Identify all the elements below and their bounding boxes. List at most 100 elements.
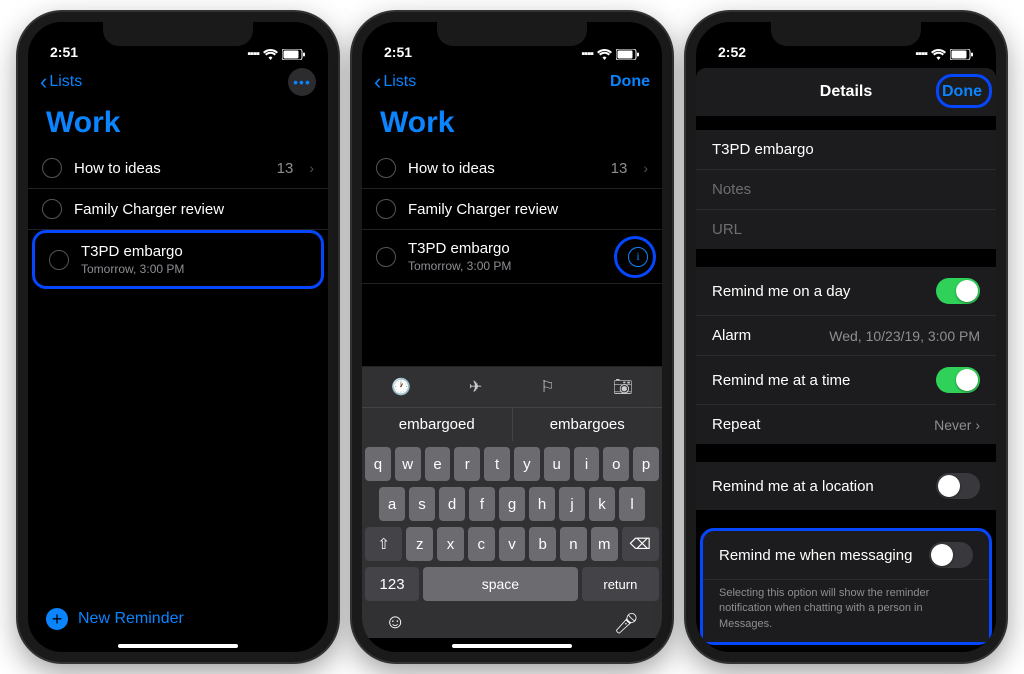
number-key[interactable]: 123 [365, 567, 419, 601]
emoji-button[interactable]: ☺ [385, 611, 405, 636]
key[interactable]: b [529, 527, 556, 561]
cellular-icon: ▪▪▪▪ [247, 48, 259, 60]
key[interactable]: y [514, 447, 540, 481]
home-indicator[interactable] [118, 644, 238, 648]
reminder-row-highlighted[interactable]: T3PD embargo Tomorrow, 3:00 PM [32, 230, 324, 289]
remind-time-toggle[interactable] [936, 367, 980, 393]
remind-messaging-row[interactable]: Remind me when messaging [703, 531, 989, 580]
info-button[interactable]: i [628, 247, 648, 267]
reminder-title: T3PD embargo [408, 240, 616, 257]
key[interactable]: k [589, 487, 615, 521]
back-button[interactable]: ‹ Lists [374, 71, 416, 93]
key[interactable]: u [544, 447, 570, 481]
remind-messaging-toggle[interactable] [929, 542, 973, 568]
location-icon[interactable]: ✈︎ [469, 377, 482, 397]
key[interactable]: w [395, 447, 421, 481]
remind-location-row[interactable]: Remind me at a location [696, 462, 996, 510]
key[interactable]: s [409, 487, 435, 521]
reminder-count: 13 [277, 160, 294, 177]
key[interactable]: g [499, 487, 525, 521]
title-value: T3PD embargo [712, 141, 814, 158]
alarm-row[interactable]: Alarm Wed, 10/23/19, 3:00 PM [696, 316, 996, 356]
reminder-row[interactable]: Family Charger review [362, 189, 662, 230]
ellipsis-icon: ••• [293, 74, 311, 90]
more-button[interactable]: ••• [288, 68, 316, 96]
status-time: 2:51 [50, 44, 78, 60]
shift-key[interactable]: ⇧ [365, 527, 402, 561]
details-location-section: Remind me at a location [696, 462, 996, 510]
reminder-radio[interactable] [376, 158, 396, 178]
done-button[interactable]: Done [610, 73, 650, 91]
reminder-row-editing[interactable]: T3PD embargo Tomorrow, 3:00 PM i [362, 230, 662, 284]
list-title: Work [362, 102, 662, 148]
key[interactable]: c [468, 527, 495, 561]
backspace-key[interactable]: ⌫ [622, 527, 659, 561]
key[interactable]: t [484, 447, 510, 481]
reminder-row[interactable]: Family Charger review [28, 189, 328, 230]
key[interactable]: p [633, 447, 659, 481]
key[interactable]: i [574, 447, 600, 481]
key[interactable]: h [529, 487, 555, 521]
details-title: Details [820, 83, 872, 101]
new-reminder-label: New Reminder [78, 610, 184, 628]
phone-list-view: 2:51 ▪▪▪▪ ‹ Lists ••• Work How to ideas … [18, 12, 338, 662]
flag-icon[interactable]: ⚐ [540, 377, 554, 397]
reminder-radio[interactable] [376, 199, 396, 219]
reminder-radio[interactable] [42, 199, 62, 219]
suggestion[interactable]: embargoes [513, 408, 663, 441]
key[interactable]: v [499, 527, 526, 561]
time-icon[interactable]: 🕐 [391, 377, 411, 397]
reminder-radio[interactable] [49, 250, 69, 270]
reminder-title: How to ideas [408, 160, 599, 177]
cellular-icon: ▪▪▪▪ [915, 48, 927, 60]
key[interactable]: x [437, 527, 464, 561]
chevron-right-icon: › [643, 160, 648, 176]
key[interactable]: z [406, 527, 433, 561]
suggestion[interactable]: embargoed [362, 408, 513, 441]
return-key[interactable]: return [582, 567, 659, 601]
new-reminder-button[interactable]: + New Reminder [28, 594, 328, 638]
remind-time-row[interactable]: Remind me at a time [696, 356, 996, 405]
key[interactable]: q [365, 447, 391, 481]
url-placeholder: URL [712, 221, 742, 238]
home-indicator[interactable] [452, 644, 572, 648]
key[interactable]: l [619, 487, 645, 521]
key[interactable]: d [439, 487, 465, 521]
reminder-row[interactable]: How to ideas 13 › [362, 148, 662, 189]
keyboard-suggestions: embargoed embargoes [362, 407, 662, 441]
done-button[interactable]: Done [942, 83, 982, 101]
reminder-title: How to ideas [74, 160, 265, 177]
reminder-row[interactable]: How to ideas 13 › [28, 148, 328, 189]
camera-icon[interactable]: 📷︎ [613, 377, 633, 397]
back-button[interactable]: ‹ Lists [40, 71, 82, 93]
reminder-title: T3PD embargo [81, 243, 307, 260]
key[interactable]: j [559, 487, 585, 521]
title-field[interactable]: T3PD embargo [696, 130, 996, 170]
key[interactable]: n [560, 527, 587, 561]
status-indicators: ▪▪▪▪ [581, 48, 640, 60]
status-time: 2:51 [384, 44, 412, 60]
key[interactable]: f [469, 487, 495, 521]
key[interactable]: o [603, 447, 629, 481]
key[interactable]: r [454, 447, 480, 481]
reminder-radio[interactable] [376, 247, 396, 267]
reminder-subtitle: Tomorrow, 3:00 PM [408, 259, 616, 273]
url-field[interactable]: URL [696, 210, 996, 249]
notch [103, 22, 253, 46]
phone-details-view: 2:52 ▪▪▪▪ Details Done T3PD embargo Note… [686, 12, 1006, 662]
keyboard: q w e r t y u i o p a s d f g h j k l ⇧ … [362, 441, 662, 638]
reminder-radio[interactable] [42, 158, 62, 178]
key[interactable]: m [591, 527, 618, 561]
notes-field[interactable]: Notes [696, 170, 996, 210]
remind-day-row[interactable]: Remind me on a day [696, 267, 996, 316]
chevron-right-icon: › [975, 417, 980, 433]
key[interactable]: e [425, 447, 451, 481]
wifi-icon [263, 49, 278, 60]
space-key[interactable]: space [423, 567, 578, 601]
repeat-row[interactable]: Repeat Never › [696, 405, 996, 444]
remind-day-toggle[interactable] [936, 278, 980, 304]
dictation-button[interactable]: 🎤︎ [614, 611, 639, 636]
remind-location-toggle[interactable] [936, 473, 980, 499]
key[interactable]: a [379, 487, 405, 521]
list-title: Work [28, 102, 328, 148]
